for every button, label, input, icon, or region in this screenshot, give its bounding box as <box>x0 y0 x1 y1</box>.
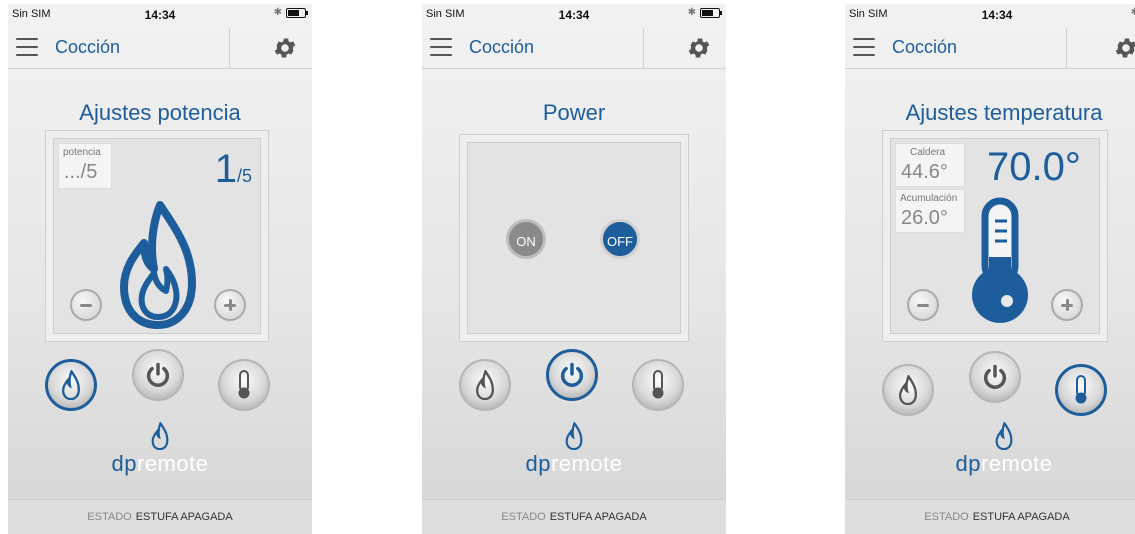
power-level-panel: potencia .../5 1/5 <box>45 130 269 342</box>
nav-title: Cocción <box>892 37 958 57</box>
thermometer-icon <box>238 370 250 399</box>
caldera-label: Caldera <box>910 147 946 158</box>
nav-bar: Cocción <box>845 28 1135 69</box>
gear-icon[interactable] <box>686 35 712 61</box>
potencia-box: potencia .../5 <box>58 143 112 189</box>
status-bar: Sin SIM 14:34 ✱ <box>422 4 726 28</box>
screen-power-settings: Sin SIM 14:34 ✱ Cocción Ajustes potencia… <box>8 4 312 534</box>
flame-icon <box>61 370 81 400</box>
status-key: ESTADO <box>501 511 546 523</box>
thermometer-icon <box>972 197 1028 323</box>
gear-icon[interactable] <box>272 35 298 61</box>
power-icon <box>560 362 584 387</box>
temperature-panel: Caldera 44.6° Acumulación 26.0° 70.0° <box>882 130 1108 342</box>
panel-title: Ajustes potencia <box>79 100 241 125</box>
power-icon <box>983 364 1007 389</box>
tab-flame[interactable] <box>459 359 511 411</box>
tab-thermometer[interactable] <box>632 359 684 411</box>
status-footer: ESTADO ESTUFA APAGADA <box>8 499 312 534</box>
power-toggle-panel: ON OFF <box>459 134 689 342</box>
decrease-button[interactable] <box>70 289 102 321</box>
screen-temperature-settings: Sin SIM 14:34 ✱ Cocción Ajustes temperat… <box>845 4 1135 534</box>
acumulacion-value: 26.0° <box>901 207 948 229</box>
status-value: ESTUFA APAGADA <box>972 511 1070 523</box>
status-footer: ESTADO ESTUFA APAGADA <box>845 499 1135 534</box>
flame-icon <box>475 370 495 400</box>
acumulacion-box: Acumulación 26.0° <box>895 189 965 233</box>
app-logo: dpremote <box>422 420 726 477</box>
nav-bar: Cocción <box>8 28 312 69</box>
logo-remote: remote <box>551 451 623 476</box>
logo-dp: dp <box>111 451 137 476</box>
status-bar: Sin SIM 14:34 ✱ <box>8 4 312 28</box>
flame-icon <box>898 375 918 405</box>
menu-icon[interactable] <box>430 38 452 56</box>
tab-thermometer[interactable] <box>218 359 270 411</box>
bluetooth-icon: ✱ <box>1130 7 1135 18</box>
status-bar: Sin SIM 14:34 ✱ <box>845 4 1135 28</box>
status-value: ESTUFA APAGADA <box>549 511 647 523</box>
power-icon <box>146 362 170 387</box>
acumulacion-label: Acumulación <box>900 193 958 204</box>
bluetooth-icon: ✱ <box>273 7 282 18</box>
nav-title: Cocción <box>469 37 535 57</box>
status-footer: ESTADO ESTUFA APAGADA <box>422 499 726 534</box>
logo-remote: remote <box>981 451 1053 476</box>
potencia-denominator: /5 <box>236 166 252 186</box>
nav-divider <box>1066 28 1067 68</box>
battery-icon <box>286 7 308 18</box>
menu-icon[interactable] <box>853 38 875 56</box>
tab-thermometer[interactable] <box>1055 364 1107 416</box>
panel-title: Power <box>542 100 606 125</box>
status-key: ESTADO <box>87 511 132 523</box>
flame-icon <box>151 420 169 451</box>
potencia-value: 1 <box>214 147 237 191</box>
app-logo: dpremote <box>859 420 1135 477</box>
gear-icon[interactable] <box>1113 35 1135 61</box>
flame-icon <box>565 420 583 451</box>
tab-power[interactable] <box>132 349 184 401</box>
caldera-value: 44.6° <box>901 161 948 183</box>
tab-power[interactable] <box>969 351 1021 403</box>
clock: 14:34 <box>981 8 1013 22</box>
tab-flame[interactable] <box>45 359 97 411</box>
increase-button[interactable] <box>1051 289 1083 321</box>
logo-dp: dp <box>525 451 551 476</box>
temperature-setpoint: 70.0° <box>987 145 1081 189</box>
status-key: ESTADO <box>924 511 969 523</box>
logo-remote: remote <box>137 451 209 476</box>
panel-title: Ajustes temperatura <box>905 100 1103 125</box>
off-button[interactable]: OFF <box>600 219 640 259</box>
decrease-button[interactable] <box>907 289 939 321</box>
tab-flame[interactable] <box>882 364 934 416</box>
clock: 14:34 <box>144 8 176 22</box>
nav-bar: Cocción <box>422 28 726 69</box>
tab-power[interactable] <box>546 349 598 401</box>
potencia-value-display: 1/5 <box>215 147 252 192</box>
nav-title: Cocción <box>55 37 121 57</box>
thermometer-icon <box>1075 375 1087 404</box>
menu-icon[interactable] <box>16 38 38 56</box>
screen-power: Sin SIM 14:34 ✱ Cocción Power ON OFF dpr… <box>422 4 726 534</box>
bluetooth-icon: ✱ <box>687 7 696 18</box>
flame-icon <box>995 420 1013 451</box>
nav-divider <box>643 28 644 68</box>
logo-dp: dp <box>955 451 981 476</box>
potencia-current: .../5 <box>64 161 98 183</box>
caldera-box: Caldera 44.6° <box>895 143 965 187</box>
battery-icon <box>700 7 722 18</box>
app-logo: dpremote <box>8 420 312 477</box>
status-value: ESTUFA APAGADA <box>135 511 233 523</box>
increase-button[interactable] <box>214 289 246 321</box>
clock: 14:34 <box>558 8 590 22</box>
potencia-label: potencia <box>63 147 101 158</box>
flame-icon <box>120 201 196 329</box>
thermometer-icon <box>652 370 664 399</box>
nav-divider <box>229 28 230 68</box>
on-button[interactable]: ON <box>506 219 546 259</box>
